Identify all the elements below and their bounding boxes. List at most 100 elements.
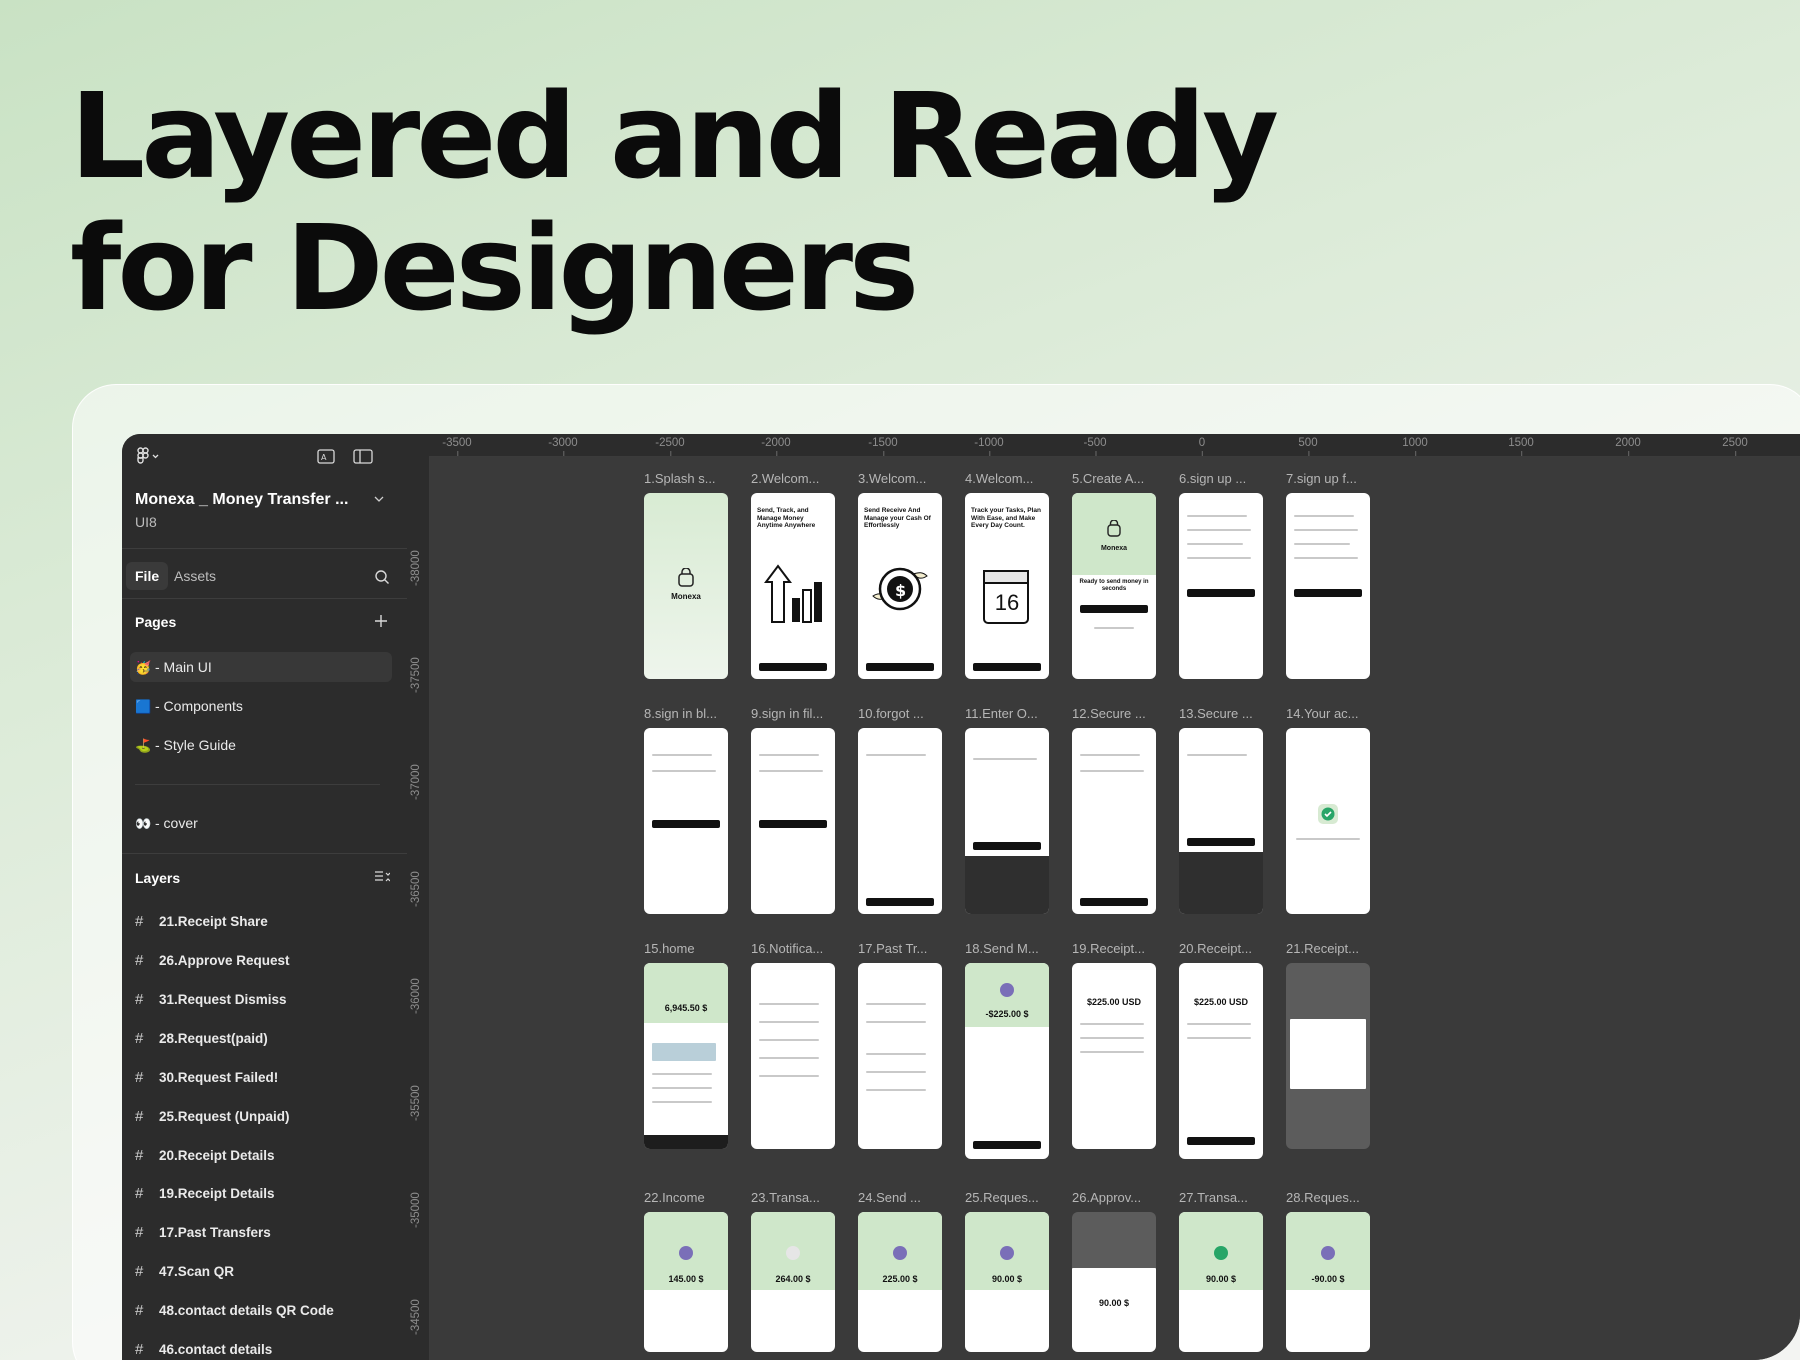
frame-label[interactable]: 16.Notifica... [751, 941, 823, 956]
screen-create-account[interactable]: Monexa Ready to send money in seconds [1072, 493, 1156, 679]
page-item-components[interactable]: 🟦 - Components [130, 691, 392, 721]
screen-send-money[interactable]: -$225.00 $ [965, 963, 1049, 1159]
frame-label[interactable]: 14.Your ac... [1286, 706, 1359, 721]
panel-toggle-icon[interactable] [352, 448, 374, 464]
screen-request-25[interactable]: 90.00 $ [965, 1212, 1049, 1352]
share-sheet[interactable] [1290, 1019, 1366, 1089]
layer-item[interactable]: #26.Approve Request [135, 950, 290, 972]
sign-in-button[interactable] [652, 820, 720, 828]
add-page-icon[interactable] [372, 612, 390, 630]
screen-sign-in-filled[interactable] [751, 728, 835, 914]
screen-account-created[interactable] [1286, 728, 1370, 914]
screen-secure-account[interactable] [1072, 728, 1156, 914]
frame-label[interactable]: 18.Send M... [965, 941, 1039, 956]
screen-receipt-20[interactable]: $225.00 USD [1179, 963, 1263, 1159]
page-item-cover[interactable]: 👀 - cover [130, 808, 392, 838]
frame-label[interactable]: 28.Reques... [1286, 1190, 1360, 1205]
screen-splash[interactable]: Monexa [644, 493, 728, 679]
layer-item[interactable]: #17.Past Transfers [135, 1222, 271, 1244]
page-item-main-ui[interactable]: 🥳 - Main UI [130, 652, 392, 682]
screen-notifications[interactable] [751, 963, 835, 1149]
collapse-layers-icon[interactable] [373, 868, 391, 886]
send-button[interactable] [973, 1141, 1041, 1149]
screen-income[interactable]: 145.00 $ [644, 1212, 728, 1352]
screen-send-24[interactable]: 225.00 $ [858, 1212, 942, 1352]
frame-label[interactable]: 5.Create A... [1072, 471, 1144, 486]
continue-button[interactable] [973, 842, 1041, 850]
frame-label[interactable]: 22.Income [644, 1190, 705, 1205]
screen-secure-account-keyboard[interactable] [1179, 728, 1263, 914]
continue-button[interactable] [1080, 898, 1148, 906]
frame-label[interactable]: 17.Past Tr... [858, 941, 927, 956]
frame-label[interactable]: 4.Welcom... [965, 471, 1033, 486]
continue-button[interactable] [1187, 838, 1255, 846]
frame-label[interactable]: 8.sign in bl... [644, 706, 717, 721]
get-started-button[interactable] [973, 663, 1041, 671]
frame-label[interactable]: 1.Splash s... [644, 471, 716, 486]
screen-transaction-27[interactable]: 90.00 $ [1179, 1212, 1263, 1352]
frame-label[interactable]: 15.home [644, 941, 695, 956]
frame-label[interactable]: 21.Receipt... [1286, 941, 1359, 956]
screen-welcome-4[interactable]: Track your Tasks, Plan With Ease, and Ma… [965, 493, 1049, 679]
frame-label[interactable]: 3.Welcom... [858, 471, 926, 486]
frame-label[interactable]: 24.Send ... [858, 1190, 921, 1205]
layer-item[interactable]: #30.Request Failed! [135, 1067, 278, 1089]
frame-label[interactable]: 27.Transa... [1179, 1190, 1248, 1205]
sign-in-button[interactable] [759, 820, 827, 828]
frame-label[interactable]: 20.Receipt... [1179, 941, 1252, 956]
frame-label[interactable]: 2.Welcom... [751, 471, 819, 486]
screen-welcome-2[interactable]: Send, Track, and Manage Money Anytime An… [751, 493, 835, 679]
layer-item[interactable]: #46.contact details [135, 1339, 272, 1360]
screen-forgot-password[interactable] [858, 728, 942, 914]
screen-sign-in-blank[interactable] [644, 728, 728, 914]
frame-label[interactable]: 7.sign up f... [1286, 471, 1357, 486]
tab-assets[interactable]: Assets [165, 562, 225, 590]
continue-button[interactable] [866, 898, 934, 906]
sign-up-button[interactable] [1080, 605, 1148, 613]
layer-item[interactable]: #19.Receipt Details [135, 1183, 275, 1205]
next-button[interactable] [759, 663, 827, 671]
frame-label[interactable]: 19.Receipt... [1072, 941, 1145, 956]
search-icon[interactable] [373, 568, 391, 586]
layer-item[interactable]: #47.Scan QR [135, 1261, 234, 1283]
download-button[interactable] [1187, 1137, 1255, 1145]
frame-label[interactable]: 13.Secure ... [1179, 706, 1253, 721]
ai-assist-icon[interactable]: A [316, 448, 336, 464]
keyboard[interactable] [1179, 852, 1263, 914]
tab-file[interactable]: File [126, 562, 169, 590]
screen-home[interactable]: 6,945.50 $ [644, 963, 728, 1149]
frame-label[interactable]: 12.Secure ... [1072, 706, 1146, 721]
screen-past-transfers[interactable] [858, 963, 942, 1149]
page-item-style-guide[interactable]: ⛳ - Style Guide [130, 730, 392, 760]
screen-receipt-share[interactable] [1286, 963, 1370, 1149]
layer-item[interactable]: #21.Receipt Share [135, 911, 268, 933]
layer-item[interactable]: #25.Request (Unpaid) [135, 1106, 290, 1128]
project-name[interactable]: Monexa _ Money Transfer ... [135, 491, 348, 509]
figma-menu-icon[interactable] [135, 446, 163, 466]
layer-item[interactable]: #28.Request(paid) [135, 1028, 268, 1050]
frame-label[interactable]: 23.Transa... [751, 1190, 820, 1205]
screen-receipt-19[interactable]: $225.00 USD [1072, 963, 1156, 1149]
screen-transaction-23[interactable]: 264.00 $ [751, 1212, 835, 1352]
screen-enter-otp[interactable] [965, 728, 1049, 914]
frame-label[interactable]: 26.Approv... [1072, 1190, 1141, 1205]
chevron-down-icon[interactable] [372, 492, 386, 506]
layer-item[interactable]: #48.contact details QR Code [135, 1300, 334, 1322]
layer-item[interactable]: #20.Receipt Details [135, 1145, 275, 1167]
bottom-nav[interactable] [644, 1135, 728, 1149]
frame-label[interactable]: 6.sign up ... [1179, 471, 1246, 486]
sign-up-button[interactable] [1294, 589, 1362, 597]
frame-label[interactable]: 10.forgot ... [858, 706, 924, 721]
next-button[interactable] [866, 663, 934, 671]
numeric-keypad[interactable] [965, 856, 1049, 914]
screen-approve-request[interactable]: 90.00 $ [1072, 1212, 1156, 1352]
layer-item[interactable]: #31.Request Dismiss [135, 989, 287, 1011]
screen-welcome-3[interactable]: Send Receive And Manage your Cash Of Eff… [858, 493, 942, 679]
sign-up-button[interactable] [1187, 589, 1255, 597]
frame-label[interactable]: 25.Reques... [965, 1190, 1039, 1205]
screen-request-28[interactable]: -90.00 $ [1286, 1212, 1370, 1352]
screen-sign-up-filled[interactable] [1286, 493, 1370, 679]
frame-label[interactable]: 11.Enter O... [965, 706, 1038, 721]
canvas-workspace[interactable]: 1.Splash s... 2.Welcom... 3.Welcom... 4.… [430, 457, 1800, 1360]
frame-label[interactable]: 9.sign in fil... [751, 706, 823, 721]
